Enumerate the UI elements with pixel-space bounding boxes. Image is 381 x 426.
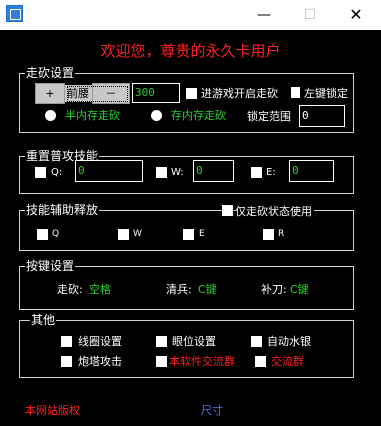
auto-walk-label: 进游戏开启走砍: [201, 87, 278, 100]
other-group: [19, 320, 354, 378]
assist-e-label: E: [199, 229, 205, 239]
reset-e-input[interactable]: 0: [289, 160, 334, 182]
auto-water-label: 自动水银: [267, 335, 311, 348]
welcome-title: 欢迎您，尊贵的永久卡用户: [100, 42, 281, 60]
walk-key-value[interactable]: 空格: [89, 283, 111, 296]
reset-w-label: W:: [171, 167, 184, 178]
software-group-checkbox[interactable]: [156, 356, 167, 367]
speed-input[interactable]: 300: [132, 83, 180, 103]
auto-water-checkbox[interactable]: [251, 336, 262, 347]
assist-e-checkbox[interactable]: [183, 229, 194, 240]
half-mem-label: 半内存走砍: [65, 109, 120, 122]
fill-key-value[interactable]: C键: [290, 283, 309, 296]
assist-r-checkbox[interactable]: [263, 229, 274, 240]
auto-walk-checkbox[interactable]: [186, 88, 197, 99]
focus-rect: [67, 86, 128, 102]
tower-label: 炮塔攻击: [78, 355, 122, 368]
half-mem-radio[interactable]: [45, 110, 56, 121]
clear-key-value[interactable]: C键: [198, 283, 217, 296]
reset-w-input[interactable]: 0: [193, 160, 234, 182]
assist-q-checkbox[interactable]: [37, 229, 48, 240]
left-lock-checkbox[interactable]: [291, 87, 300, 98]
software-group-link[interactable]: 本软件交流群: [169, 355, 235, 368]
range-circle-label: 线圈设置: [78, 335, 122, 348]
eye-checkbox[interactable]: [156, 336, 167, 347]
other-title: 其他: [30, 313, 57, 327]
walk-key-label: 走砍:: [57, 283, 83, 296]
fill-key-label: 补刀:: [261, 283, 287, 296]
copyright-link[interactable]: 本网站版权: [25, 404, 80, 417]
in-mem-label: 存内存走砍: [171, 109, 226, 122]
maximize-button[interactable]: ☐: [287, 0, 333, 30]
left-lock-label: 左键锁定: [304, 87, 348, 100]
reset-q-checkbox[interactable]: [35, 167, 46, 178]
exchange-group-checkbox[interactable]: [255, 356, 266, 367]
reset-w-checkbox[interactable]: [156, 167, 167, 178]
tower-checkbox[interactable]: [61, 356, 72, 367]
title-bar: — ☐ ✕: [0, 0, 381, 30]
reset-q-input[interactable]: 0: [75, 160, 143, 182]
walk-settings-title: 走砍设置: [25, 66, 76, 80]
assist-w-label: W: [133, 229, 142, 239]
minimize-button[interactable]: —: [241, 0, 287, 30]
reset-e-checkbox[interactable]: [251, 167, 262, 178]
key-settings-title: 按键设置: [25, 259, 76, 273]
only-walk-checkbox[interactable]: [222, 205, 233, 216]
exchange-group-link[interactable]: 交流群: [271, 355, 304, 368]
eye-label: 眼位设置: [172, 335, 216, 348]
assist-r-label: R: [278, 229, 285, 239]
clear-key-label: 清兵:: [166, 283, 192, 296]
in-mem-radio[interactable]: [151, 110, 162, 121]
app-icon: [6, 5, 23, 22]
size-link[interactable]: 尺寸: [201, 404, 223, 417]
reset-q-label: Q:: [51, 167, 63, 178]
only-walk-label: 仅走砍状态使用: [235, 205, 314, 218]
lock-range-label: 锁定范围: [247, 110, 291, 123]
assist-q-label: Q: [52, 229, 60, 239]
range-circle-checkbox[interactable]: [61, 336, 72, 347]
skill-assist-title: 技能辅助释放: [25, 203, 100, 217]
main-panel: 欢迎您，尊贵的永久卡用户 走砍设置 + 前腰 － 300 进游戏开启走砍 左键锁…: [1, 30, 380, 425]
plus-button[interactable]: +: [35, 83, 65, 104]
reset-e-label: E:: [266, 167, 276, 178]
assist-w-checkbox[interactable]: [118, 229, 129, 240]
close-button[interactable]: ✕: [333, 0, 379, 30]
lock-range-input[interactable]: 0: [299, 105, 345, 127]
